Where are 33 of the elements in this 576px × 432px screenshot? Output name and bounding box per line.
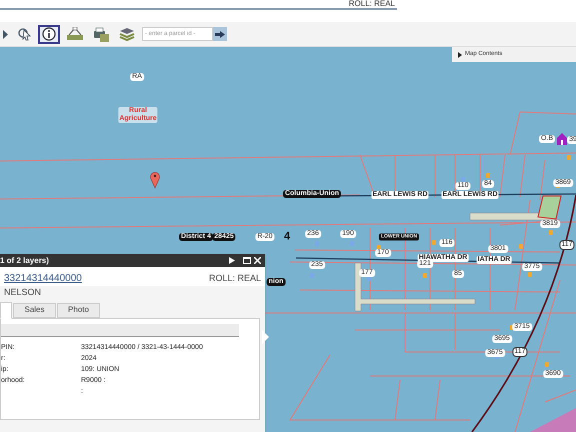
- popup-title: 1 of 2 layers): [0, 254, 50, 266]
- address-point-icon: [545, 362, 549, 367]
- roll-label: ROLL: REAL: [208, 272, 261, 285]
- address-point-icon: [519, 244, 523, 249]
- address-point-icon: [567, 155, 571, 160]
- address-point-icon: [486, 173, 490, 178]
- selected-parcel: [537, 196, 562, 220]
- map-label: 4: [284, 232, 290, 242]
- network-icon: [67, 27, 83, 41]
- tool-button[interactable]: [38, 24, 60, 44]
- address-point-icon: [423, 273, 427, 278]
- info-icon: [42, 27, 56, 41]
- tab[interactable]: Photo: [57, 302, 100, 318]
- printer-icon: [93, 26, 109, 42]
- arrow-right-icon: [215, 30, 225, 38]
- go-button[interactable]: [213, 27, 227, 41]
- arrow-icon: [3, 30, 8, 38]
- parcel-id-link[interactable]: 33214314440000: [4, 271, 82, 286]
- tab[interactable]: Sales: [13, 302, 56, 318]
- maximize-icon[interactable]: [243, 257, 251, 264]
- roll-label: ROLL: REAL: [348, 0, 396, 8]
- zone-area: [530, 408, 576, 432]
- address-point-icon: [377, 245, 381, 250]
- next-icon[interactable]: [229, 257, 235, 264]
- close-icon[interactable]: [254, 257, 261, 264]
- house-icon: [557, 133, 567, 145]
- address-point-icon: [528, 272, 532, 277]
- owner-name: NELSON: [0, 286, 265, 300]
- map-pin-icon[interactable]: [150, 172, 160, 188]
- address-point-icon: [432, 240, 436, 245]
- address-point-icon: [549, 230, 553, 235]
- pointer-icon: [18, 26, 31, 42]
- layers-icon: [119, 26, 135, 42]
